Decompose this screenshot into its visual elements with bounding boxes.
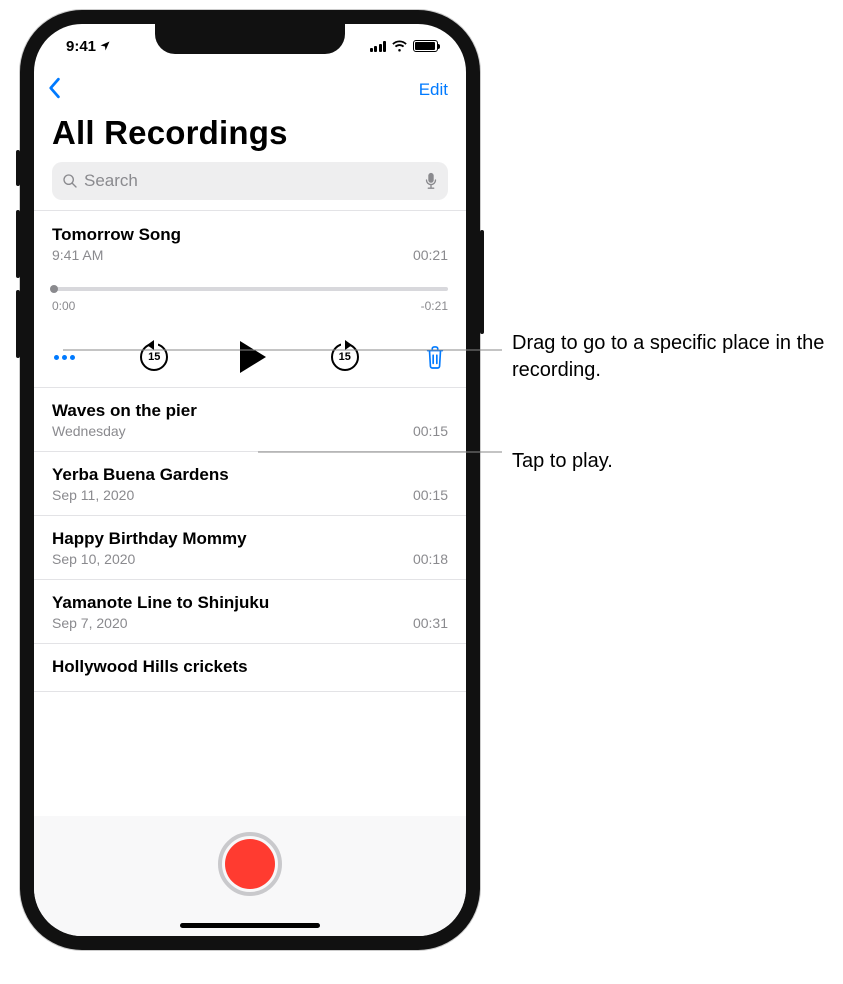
notch xyxy=(155,24,345,54)
callout-play: Tap to play. xyxy=(512,448,613,475)
callout-slider: Drag to go to a specific place in the re… xyxy=(512,330,843,384)
callout-line-slider xyxy=(0,0,843,984)
